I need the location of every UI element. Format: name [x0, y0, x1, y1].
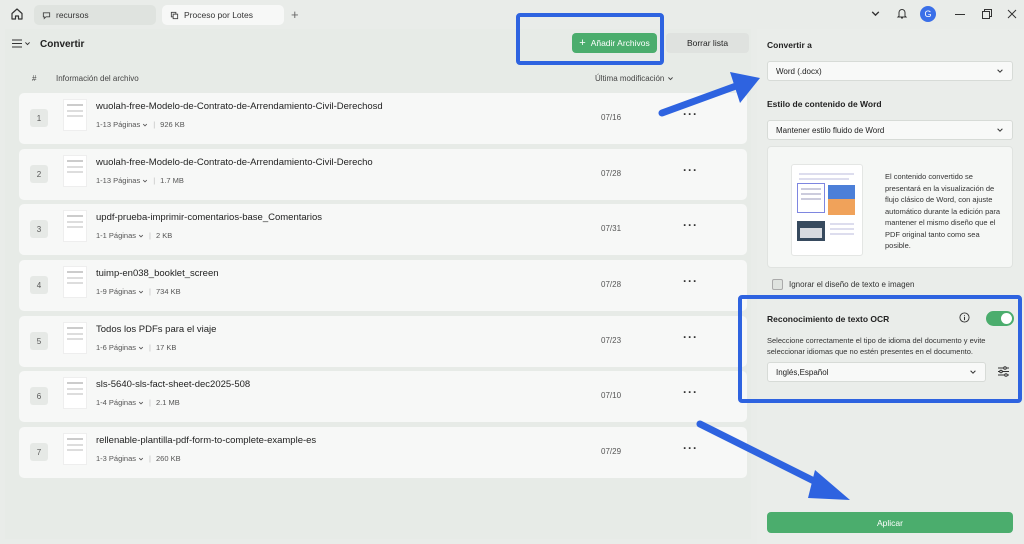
annotation-arrows [658, 72, 850, 500]
